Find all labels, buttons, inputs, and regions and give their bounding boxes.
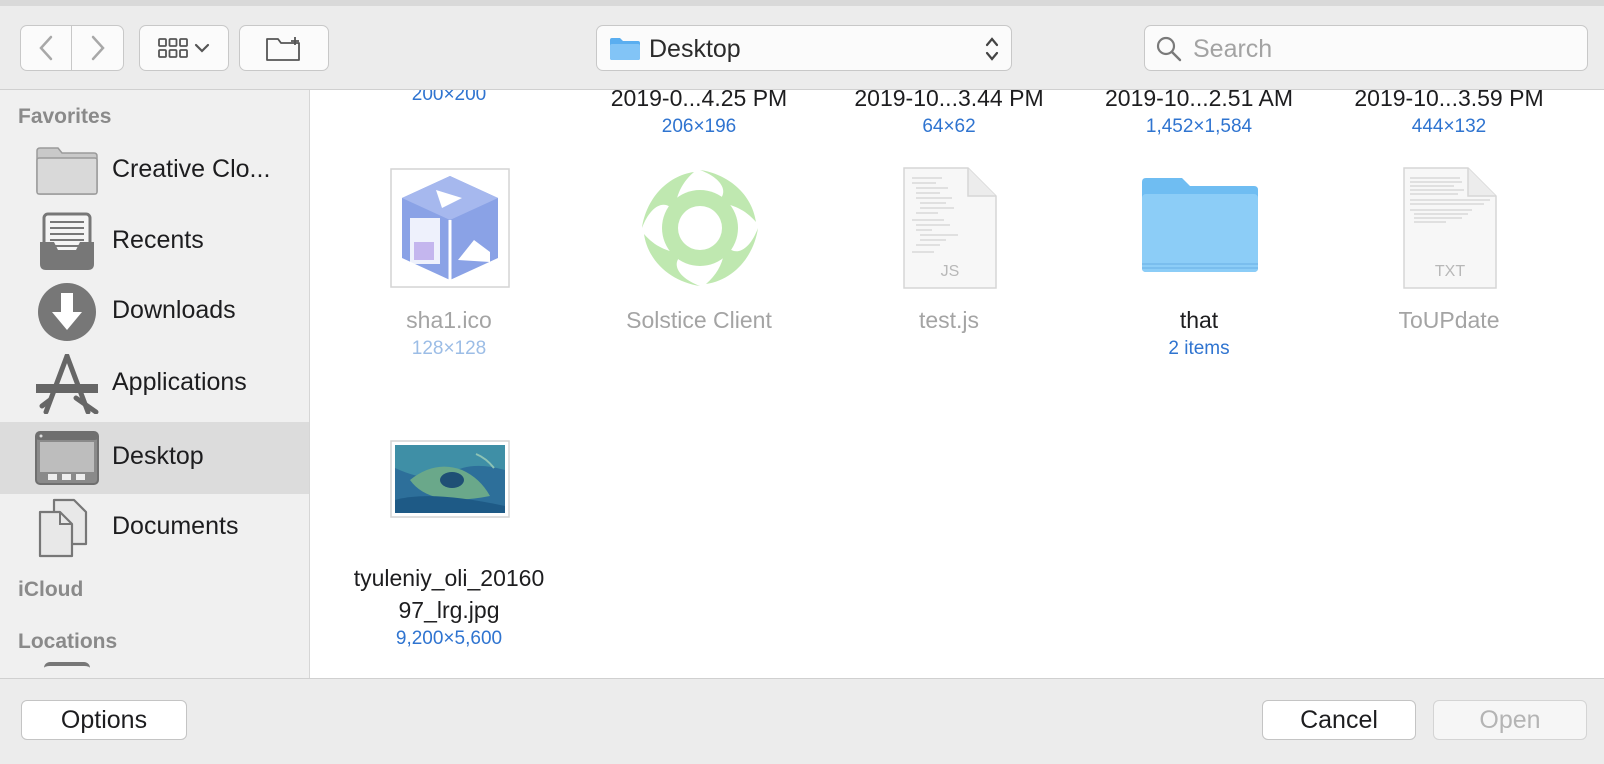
forward-button[interactable]: [71, 25, 124, 71]
chevron-down-icon: [194, 43, 210, 53]
toolbar: Desktop: [0, 6, 1604, 90]
sidebar-item-label: Creative Clo...: [112, 155, 271, 183]
view-options-button[interactable]: [139, 25, 229, 71]
file-item[interactable]: 2019-0...4.25 PM 206×196: [574, 90, 824, 140]
dialog-footer: Options Cancel Open: [0, 678, 1604, 764]
downloads-icon: [38, 283, 96, 341]
file-name: tyuleniy_oli_20160: [353, 565, 545, 591]
file-item-that-folder[interactable]: that 2 items: [1074, 168, 1324, 368]
open-button[interactable]: Open: [1433, 700, 1587, 740]
grid-view-icon: [158, 38, 188, 58]
file-item[interactable]: 2019-10...3.44 PM 64×62: [824, 90, 1074, 140]
file-browser: 200×200 2019-0...4.25 PM 206×196 2019-10…: [310, 90, 1604, 678]
back-button[interactable]: [20, 25, 72, 71]
file-dimensions: 444×132: [1411, 116, 1487, 137]
chevron-left-icon: [39, 35, 53, 61]
sidebar-item-label: Downloads: [112, 296, 236, 324]
location-label: Desktop: [649, 35, 741, 63]
sidebar-item-label: Desktop: [112, 442, 204, 470]
folder-item-count: 2 items: [1168, 338, 1230, 359]
sidebar-item-creative-cloud[interactable]: Creative Clo...: [0, 135, 309, 207]
applications-icon: [36, 354, 99, 414]
file-item[interactable]: 2019-10...3.59 PM 444×132: [1324, 90, 1574, 140]
file-dimensions: 128×128: [411, 338, 487, 359]
file-item-tyuleniy-jpg[interactable]: tyuleniy_oli_20160 97_lrg.jpg 9,200×5,60…: [324, 438, 574, 668]
txt-file-icon: TXT: [1403, 167, 1497, 289]
sidebar-section-icloud: iCloud: [18, 578, 84, 601]
sidebar-item-label: Recents: [112, 226, 204, 254]
chevron-right-icon: [91, 35, 105, 61]
sidebar-item-documents[interactable]: Documents: [0, 492, 309, 564]
sidebar-item-label: Applications: [112, 368, 247, 396]
file-dimensions: 200×200: [411, 90, 487, 105]
desktop-icon: [35, 431, 99, 485]
sidebar-item-recents[interactable]: Recents: [0, 206, 309, 278]
new-folder-icon: [266, 37, 300, 61]
file-name: that: [1179, 307, 1219, 333]
file-name-continued: 97_lrg.jpg: [398, 597, 500, 623]
folder-icon: [1142, 178, 1258, 272]
sidebar-item-downloads[interactable]: Downloads: [0, 276, 309, 348]
file-item-solstice-client[interactable]: Solstice Client: [574, 168, 824, 368]
file-name: 2019-10...3.59 PM: [1354, 90, 1544, 111]
sidebar-section-favorites: Favorites: [18, 105, 112, 128]
file-item[interactable]: 2019-10...2.51 AM 1,452×1,584: [1074, 90, 1324, 140]
folder-icon: [610, 38, 640, 60]
file-type-badge: JS: [941, 263, 960, 280]
options-button[interactable]: Options: [21, 700, 187, 740]
computer-icon: [44, 662, 90, 678]
sidebar-item-desktop[interactable]: Desktop: [0, 422, 309, 494]
search-input[interactable]: [1191, 32, 1575, 66]
location-popup[interactable]: Desktop: [596, 25, 1012, 71]
file-item-test-js[interactable]: JS test.js: [824, 167, 1074, 368]
js-file-icon: JS: [903, 167, 997, 289]
folder-icon: [36, 147, 98, 195]
swirl-app-icon: [642, 170, 758, 286]
new-folder-button[interactable]: [239, 25, 329, 71]
image-thumbnail: [390, 440, 510, 518]
file-item[interactable]: 200×200: [324, 90, 574, 108]
sidebar-item-applications[interactable]: Applications: [0, 348, 309, 420]
file-dimensions: 206×196: [661, 116, 737, 137]
file-name: 2019-10...2.51 AM: [1105, 90, 1293, 111]
cube-app-icon: [390, 168, 510, 288]
search-field[interactable]: [1144, 25, 1588, 71]
file-name: ToUPdate: [1398, 307, 1500, 333]
file-dimensions: 1,452×1,584: [1145, 116, 1253, 137]
sidebar: Favorites Creative Clo... Recents Downlo…: [0, 90, 310, 678]
file-name: Solstice Client: [626, 307, 772, 333]
file-name: sha1.ico: [406, 307, 492, 333]
file-item-sha1-ico[interactable]: sha1.ico 128×128: [324, 168, 574, 368]
sidebar-section-locations: Locations: [18, 630, 118, 653]
cancel-button[interactable]: Cancel: [1262, 700, 1416, 740]
file-type-badge: TXT: [1435, 263, 1465, 280]
file-name: 2019-10...3.44 PM: [854, 90, 1044, 111]
file-name: 2019-0...4.25 PM: [610, 90, 788, 111]
documents-icon: [38, 498, 88, 558]
recents-icon: [40, 212, 94, 270]
file-name: test.js: [918, 307, 980, 333]
search-icon: [1156, 36, 1182, 62]
file-dimensions: 9,200×5,600: [395, 628, 503, 649]
up-down-chevron-icon: [985, 37, 999, 61]
file-item-toupdate[interactable]: TXT ToUPdate: [1324, 167, 1574, 368]
file-dimensions: 64×62: [922, 116, 976, 137]
sidebar-item-label: Documents: [112, 512, 239, 540]
